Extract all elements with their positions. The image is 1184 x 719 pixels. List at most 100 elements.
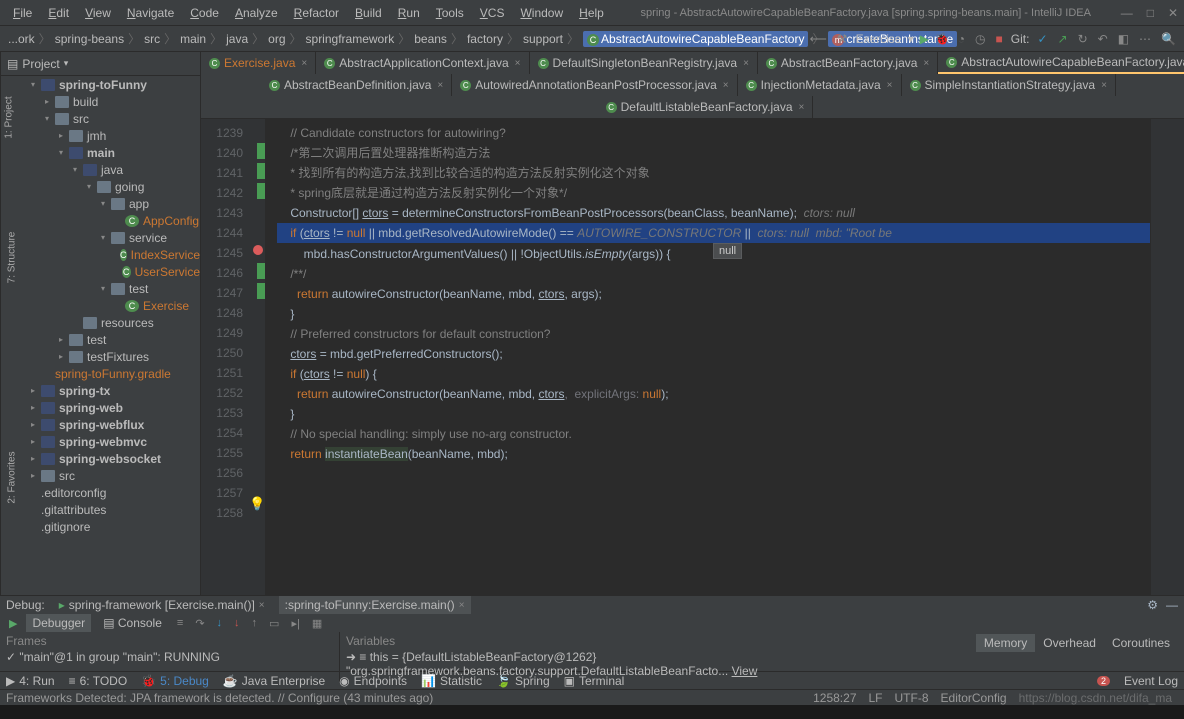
editor-tab[interactable]: CInjectionMetadata.java× xyxy=(738,74,902,96)
tree-item[interactable]: CIndexService xyxy=(1,246,200,263)
tree-item[interactable]: ▸test xyxy=(1,331,200,348)
tool-endpoints[interactable]: ◉ Endpoints xyxy=(339,674,407,688)
close-icon[interactable]: × xyxy=(1101,80,1107,91)
git-revert-icon[interactable]: ↶ xyxy=(1096,32,1110,46)
minimap[interactable]: ! xyxy=(1150,119,1184,595)
editor-tab[interactable]: CDefaultListableBeanFactory.java× xyxy=(598,96,814,118)
close-icon[interactable]: × xyxy=(723,80,729,91)
menu-build[interactable]: Build xyxy=(348,3,389,23)
tree-item[interactable]: ▸testFixtures xyxy=(1,348,200,365)
editor-tab[interactable]: CDefaultSingletonBeanRegistry.java× xyxy=(530,52,758,74)
close-icon[interactable]: × xyxy=(301,58,307,69)
debug-tab-1[interactable]: ▸spring-framework [Exercise.main()]× xyxy=(53,596,271,614)
minimize-icon[interactable]: — xyxy=(1121,6,1133,20)
project-tree[interactable]: ▾spring-toFunny▸build▾src▸jmh▾main▾java▾… xyxy=(1,76,200,595)
tree-item[interactable]: ▸build xyxy=(1,93,200,110)
crumb-class[interactable]: CAbstractAutowireCapableBeanFactory xyxy=(583,31,808,47)
menu-help[interactable]: Help xyxy=(572,3,611,23)
tree-item[interactable]: ▸src xyxy=(1,467,200,484)
step-icon[interactable]: ≡ xyxy=(174,617,186,629)
editor-tab[interactable]: CSimpleInstantiationStrategy.java× xyxy=(902,74,1116,96)
tool-debug[interactable]: 🐞 5: Debug xyxy=(141,674,209,688)
chevron-down-icon[interactable]: ▾ xyxy=(64,58,69,69)
close-icon[interactable]: × xyxy=(437,80,443,91)
crumb[interactable]: org xyxy=(268,32,285,46)
editor-tab[interactable]: CAbstractBeanDefinition.java× xyxy=(261,74,452,96)
menu-window[interactable]: Window xyxy=(513,3,570,23)
tree-item[interactable]: spring-toFunny.gradle xyxy=(1,365,200,382)
menu-tools[interactable]: Tools xyxy=(429,3,471,23)
tree-item[interactable]: ▾test xyxy=(1,280,200,297)
close-icon[interactable]: ✕ xyxy=(1168,6,1178,20)
menu-vcs[interactable]: VCS xyxy=(473,3,512,23)
editor-tab[interactable]: CAutowiredAnnotationBeanPostProcessor.ja… xyxy=(452,74,737,96)
stop-icon[interactable]: ■ xyxy=(994,32,1005,46)
tree-item[interactable]: ▸spring-webmvc xyxy=(1,433,200,450)
search-icon[interactable]: 🔍 xyxy=(1159,32,1178,46)
crumb[interactable]: factory xyxy=(467,32,503,46)
tool-todo[interactable]: ≡ 6: TODO xyxy=(69,674,128,688)
tree-item[interactable]: ▾spring-toFunny xyxy=(1,76,200,93)
crumb[interactable]: ...ork xyxy=(8,32,35,46)
coroutines-tab[interactable]: Coroutines xyxy=(1104,634,1178,652)
tree-item[interactable]: CUserService xyxy=(1,263,200,280)
breakpoint-icon[interactable] xyxy=(253,245,263,255)
run-icon[interactable]: ▶ xyxy=(920,32,929,46)
hammer-icon[interactable]: ⚒ xyxy=(835,32,850,46)
resume-icon[interactable]: ▶ xyxy=(6,617,20,630)
crumb[interactable]: support xyxy=(523,32,563,46)
tool-run[interactable]: ▶ 4: Run xyxy=(6,674,55,688)
tool-project-label[interactable]: 1: Project xyxy=(4,96,15,138)
tree-item[interactable]: ▸spring-webflux xyxy=(1,416,200,433)
tree-item[interactable]: ▾java xyxy=(1,161,200,178)
indent-config[interactable]: EditorConfig xyxy=(935,691,1013,705)
tool-event-log[interactable]: Event Log xyxy=(1124,674,1178,688)
debugger-tab[interactable]: Debugger xyxy=(26,614,91,632)
cursor-position[interactable]: 1258:27 xyxy=(807,691,862,705)
debug-tab-2[interactable]: :spring-toFunny:Exercise.main()× xyxy=(279,596,471,614)
project-header[interactable]: ▤ Project ▾ xyxy=(1,52,200,76)
crumb[interactable]: springframework xyxy=(306,32,395,46)
close-icon[interactable]: × xyxy=(923,58,929,69)
debug-icon[interactable]: 🐞 xyxy=(935,32,950,46)
force-step-icon[interactable]: ↓ xyxy=(231,617,243,629)
close-icon[interactable]: × xyxy=(887,80,893,91)
step-into-icon[interactable]: ↓ xyxy=(214,617,226,629)
menu-analyze[interactable]: Analyze xyxy=(228,3,285,23)
tree-item[interactable]: ▸spring-websocket xyxy=(1,450,200,467)
tree-item[interactable]: ▾main xyxy=(1,144,200,161)
tree-item[interactable]: CExercise xyxy=(1,297,200,314)
frame-row[interactable]: ✓ "main"@1 in group "main": RUNNING xyxy=(6,648,333,666)
tool-statistic[interactable]: 📊 Statistic xyxy=(421,674,482,688)
memory-tab[interactable]: Memory xyxy=(976,634,1035,652)
git-history-icon[interactable]: ↻ xyxy=(1076,32,1090,46)
run-config-select[interactable]: Exercise xyxy=(856,32,902,46)
step-over-icon[interactable]: ↷ xyxy=(192,617,207,630)
tool-structure-label[interactable]: 7: Structure xyxy=(6,232,17,284)
tree-item[interactable]: ▾app xyxy=(1,195,200,212)
tree-item[interactable]: CAppConfig xyxy=(1,212,200,229)
menu-code[interactable]: Code xyxy=(183,3,226,23)
tree-item[interactable]: ▸spring-tx xyxy=(1,382,200,399)
tree-item[interactable]: .gitattributes xyxy=(1,501,200,518)
code-body[interactable]: // Candidate constructors for autowiring… xyxy=(265,119,1150,595)
overhead-tab[interactable]: Overhead xyxy=(1035,634,1104,652)
menu-edit[interactable]: Edit xyxy=(41,3,76,23)
tree-item[interactable]: ▸spring-web xyxy=(1,399,200,416)
tree-item[interactable]: ▾going xyxy=(1,178,200,195)
tool-spring[interactable]: 🍃 Spring xyxy=(496,674,550,688)
close-icon[interactable]: × xyxy=(515,58,521,69)
line-ending[interactable]: LF xyxy=(863,691,889,705)
git-commit-icon[interactable]: ↗ xyxy=(1056,32,1070,46)
drop-frame-icon[interactable]: ▭ xyxy=(266,617,282,630)
editor-tab[interactable]: CAbstractApplicationContext.java× xyxy=(316,52,529,74)
editor-tab[interactable]: CAbstractAutowireCapableBeanFactory.java… xyxy=(938,52,1184,74)
maximize-icon[interactable]: □ xyxy=(1147,6,1154,20)
menu-file[interactable]: File xyxy=(6,3,39,23)
tree-item[interactable]: resources xyxy=(1,314,200,331)
tool-terminal[interactable]: ▣ Terminal xyxy=(564,674,625,688)
minus-icon[interactable]: — xyxy=(1166,598,1178,612)
close-icon[interactable]: × xyxy=(459,600,465,611)
crumb[interactable]: spring-beans xyxy=(55,32,124,46)
git-update-icon[interactable]: ✓ xyxy=(1035,32,1049,46)
